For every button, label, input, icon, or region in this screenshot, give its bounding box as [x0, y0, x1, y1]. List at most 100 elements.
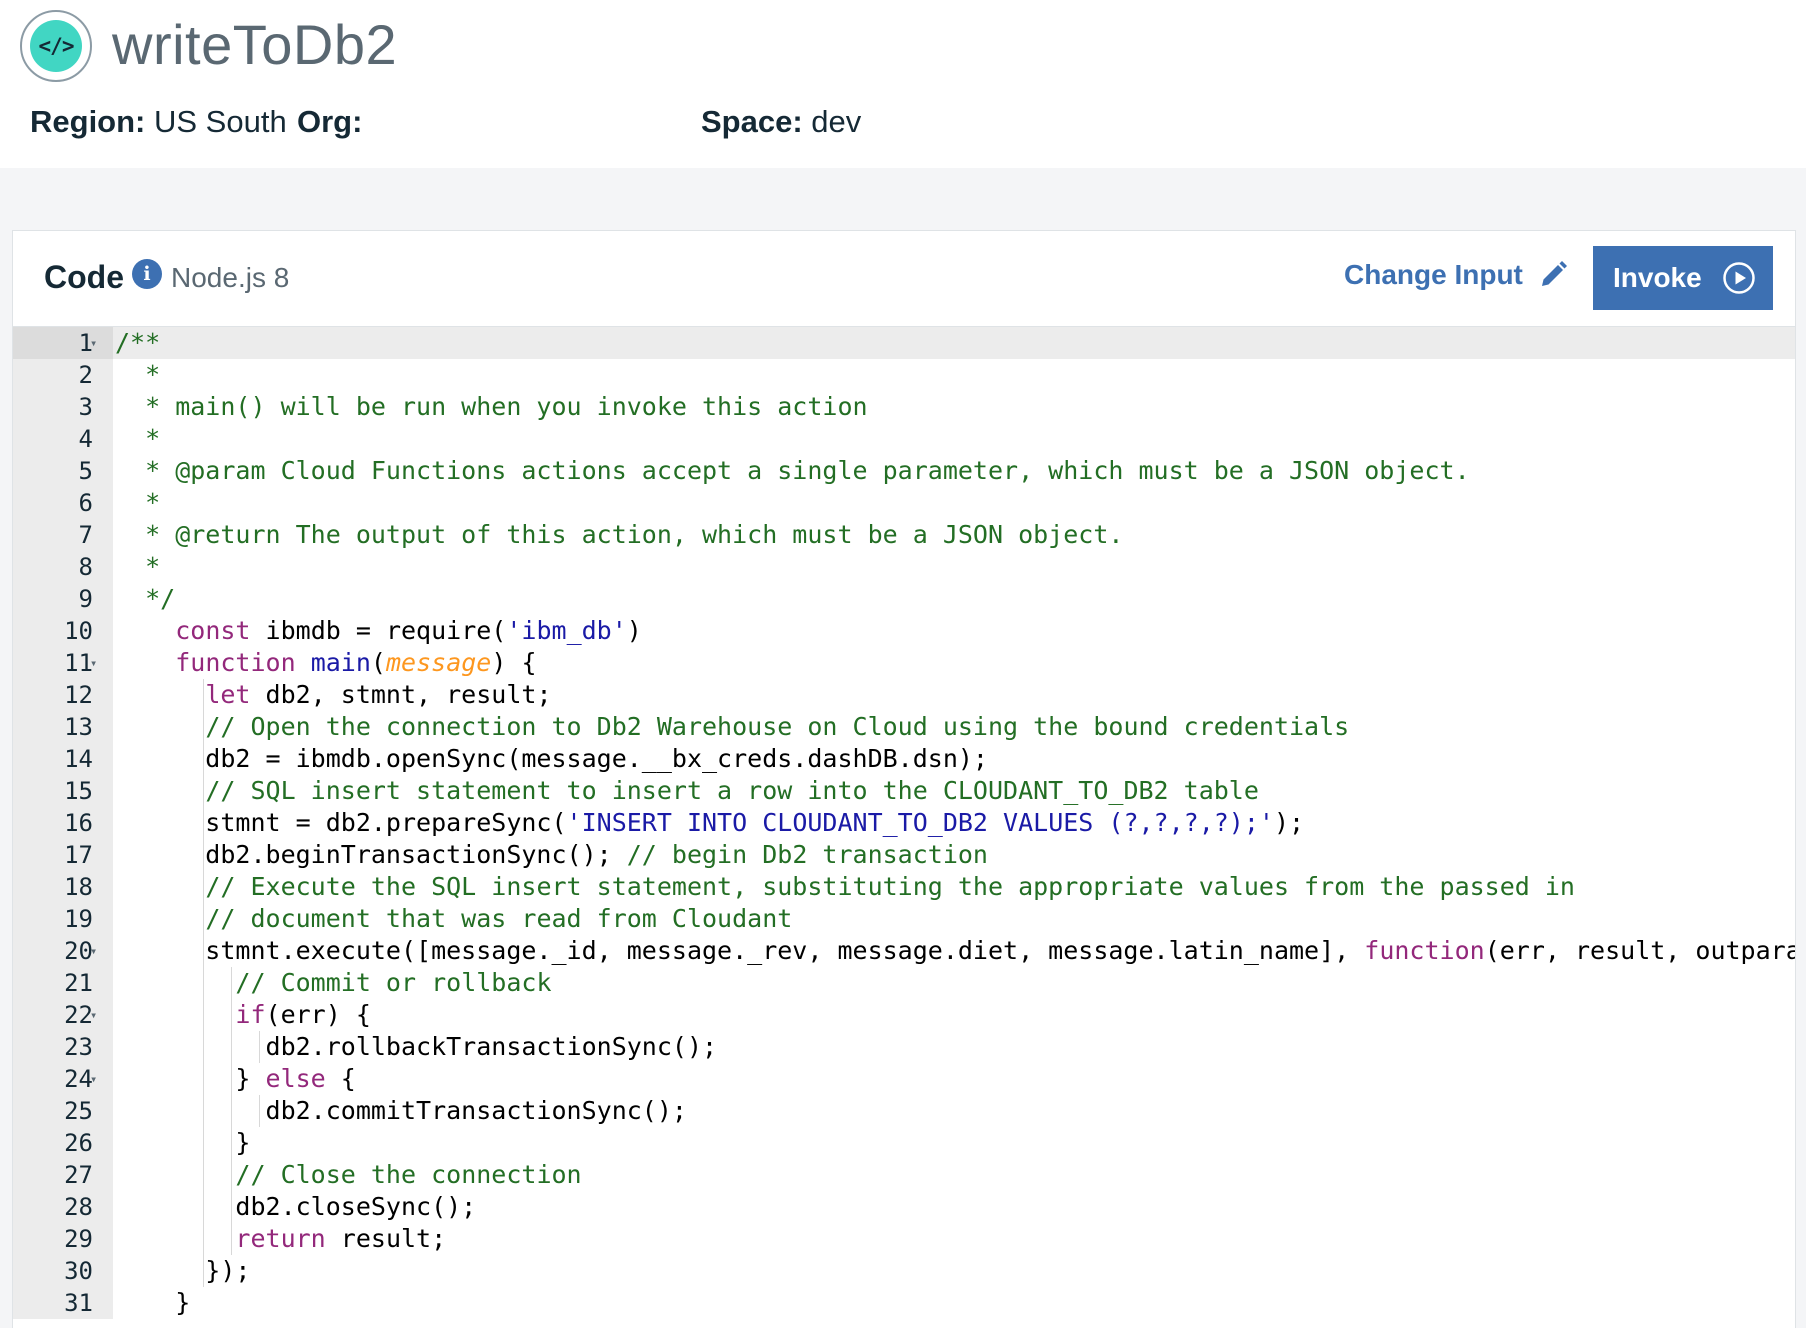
line-gutter: 26	[13, 1127, 113, 1159]
code-line[interactable]: 24 ▾ } else {	[13, 1063, 1795, 1095]
line-number: 18	[64, 873, 93, 901]
code-text: }	[115, 1287, 190, 1319]
line-number: 17	[64, 841, 93, 869]
code-line[interactable]: 8 *	[13, 551, 1795, 583]
code-line[interactable]: 31 }	[13, 1287, 1795, 1319]
line-gutter: 2	[13, 359, 113, 391]
line-gutter: 30	[13, 1255, 113, 1287]
fold-arrow-icon[interactable]: ▾	[90, 935, 97, 967]
code-text: db2.rollbackTransactionSync();	[115, 1031, 718, 1063]
line-number: 2	[78, 361, 93, 389]
line-gutter: 28	[13, 1191, 113, 1223]
code-text: return result;	[115, 1223, 446, 1255]
code-token: // document that was read from Cloudant	[205, 904, 793, 933]
code-line[interactable]: 21 // Commit or rollback	[13, 967, 1795, 999]
line-gutter: 17	[13, 839, 113, 871]
code-line[interactable]: 9 */	[13, 583, 1795, 615]
code-line[interactable]: 19 // document that was read from Clouda…	[13, 903, 1795, 935]
line-number: 6	[78, 489, 93, 517]
code-line[interactable]: 23 db2.rollbackTransactionSync();	[13, 1031, 1795, 1063]
line-gutter: 10	[13, 615, 113, 647]
code-line[interactable]: 3 * main() will be run when you invoke t…	[13, 391, 1795, 423]
code-line[interactable]: 4 *	[13, 423, 1795, 455]
code-line[interactable]: 27 // Close the connection	[13, 1159, 1795, 1191]
line-gutter: 9	[13, 583, 113, 615]
code-text: // Open the connection to Db2 Warehouse …	[115, 711, 1349, 743]
code-token: db2 = ibmdb.openSync(message.__bx_creds.…	[115, 744, 988, 773]
code-token: *	[115, 488, 161, 517]
line-number: 16	[64, 809, 93, 837]
line-gutter: 15	[13, 775, 113, 807]
line-number: 12	[64, 681, 93, 709]
line-gutter: 5	[13, 455, 113, 487]
code-text: });	[115, 1255, 250, 1287]
code-token: function	[175, 648, 296, 677]
code-token: */	[115, 584, 176, 613]
change-input-button[interactable]: Change Input	[1344, 259, 1569, 291]
code-line[interactable]: 10 const ibmdb = require('ibm_db')	[13, 615, 1795, 647]
code-token: }	[115, 1128, 251, 1157]
code-line[interactable]: 1 ▾/**	[13, 327, 1795, 359]
code-line[interactable]: 12 let db2, stmnt, result;	[13, 679, 1795, 711]
code-text: const ibmdb = require('ibm_db')	[115, 615, 642, 647]
info-icon[interactable]: i	[132, 259, 162, 289]
code-text: } else {	[115, 1063, 355, 1095]
line-number: 11	[64, 649, 93, 677]
code-line[interactable]: 26 }	[13, 1127, 1795, 1159]
code-token: db2.closeSync();	[115, 1192, 477, 1221]
invoke-button[interactable]: Invoke	[1593, 246, 1773, 310]
line-number: 7	[78, 521, 93, 549]
code-token: // Execute the SQL insert statement, sub…	[205, 872, 1575, 901]
code-token: *	[115, 424, 161, 453]
code-token: (err, result, outparams){	[1484, 936, 1795, 965]
fold-arrow-icon[interactable]: ▾	[90, 327, 97, 359]
code-token: * @return The output of this action, whi…	[115, 520, 1124, 549]
code-line[interactable]: 22 ▾ if(err) {	[13, 999, 1795, 1031]
code-line[interactable]: 30 });	[13, 1255, 1795, 1287]
fold-arrow-icon[interactable]: ▾	[90, 999, 97, 1031]
code-text: }	[115, 1127, 250, 1159]
fold-arrow-icon[interactable]: ▾	[90, 1063, 97, 1095]
code-text: *	[115, 423, 160, 455]
line-number: 27	[64, 1161, 93, 1189]
code-line[interactable]: 11 ▾ function main(message) {	[13, 647, 1795, 679]
page-header: </> writeToDb2 Region: US South Org: Spa…	[0, 0, 1806, 168]
code-token: db2.rollbackTransactionSync();	[115, 1032, 718, 1061]
code-panel-header: Code i Node.js 8 Change Input Invoke	[13, 231, 1795, 327]
code-line[interactable]: 5 * @param Cloud Functions actions accep…	[13, 455, 1795, 487]
code-editor[interactable]: 1 ▾/** 2 * 3 * main() will be run when you …	[13, 327, 1795, 1328]
line-gutter: 18	[13, 871, 113, 903]
code-line[interactable]: 15 // SQL insert statement to insert a r…	[13, 775, 1795, 807]
code-line[interactable]: 16 stmnt = db2.prepareSync('INSERT INTO …	[13, 807, 1795, 839]
code-line[interactable]: 18 // Execute the SQL insert statement, …	[13, 871, 1795, 903]
code-token: ibmdb = require(	[250, 616, 507, 645]
code-line[interactable]: 29 return result;	[13, 1223, 1795, 1255]
org-info: Org:	[297, 104, 362, 140]
code-line[interactable]: 17 db2.beginTransactionSync(); // begin …	[13, 839, 1795, 871]
code-line[interactable]: 28 db2.closeSync();	[13, 1191, 1795, 1223]
code-text: stmnt.execute([message._id, message._rev…	[115, 935, 1795, 967]
line-number: 9	[78, 585, 93, 613]
code-line[interactable]: 7 * @return The output of this action, w…	[13, 519, 1795, 551]
line-gutter: 20 ▾	[13, 935, 113, 967]
code-line[interactable]: 2 *	[13, 359, 1795, 391]
code-text: db2.closeSync();	[115, 1191, 476, 1223]
code-text: db2 = ibmdb.openSync(message.__bx_creds.…	[115, 743, 988, 775]
code-panel: Code i Node.js 8 Change Input Invoke 1 ▾ /…	[12, 230, 1796, 1328]
code-line[interactable]: 20 ▾ stmnt.execute([message._id, message.…	[13, 935, 1795, 967]
code-line[interactable]: 25 db2.commitTransactionSync();	[13, 1095, 1795, 1127]
line-gutter: 22 ▾	[13, 999, 113, 1031]
line-gutter: 29	[13, 1223, 113, 1255]
fold-arrow-icon[interactable]: ▾	[90, 647, 97, 679]
code-text: /**	[115, 327, 160, 359]
code-line[interactable]: 14 db2 = ibmdb.openSync(message.__bx_cre…	[13, 743, 1795, 775]
code-line[interactable]: 13 // Open the connection to Db2 Warehou…	[13, 711, 1795, 743]
code-line[interactable]: 6 *	[13, 487, 1795, 519]
code-panel-title: Code	[44, 259, 124, 295]
